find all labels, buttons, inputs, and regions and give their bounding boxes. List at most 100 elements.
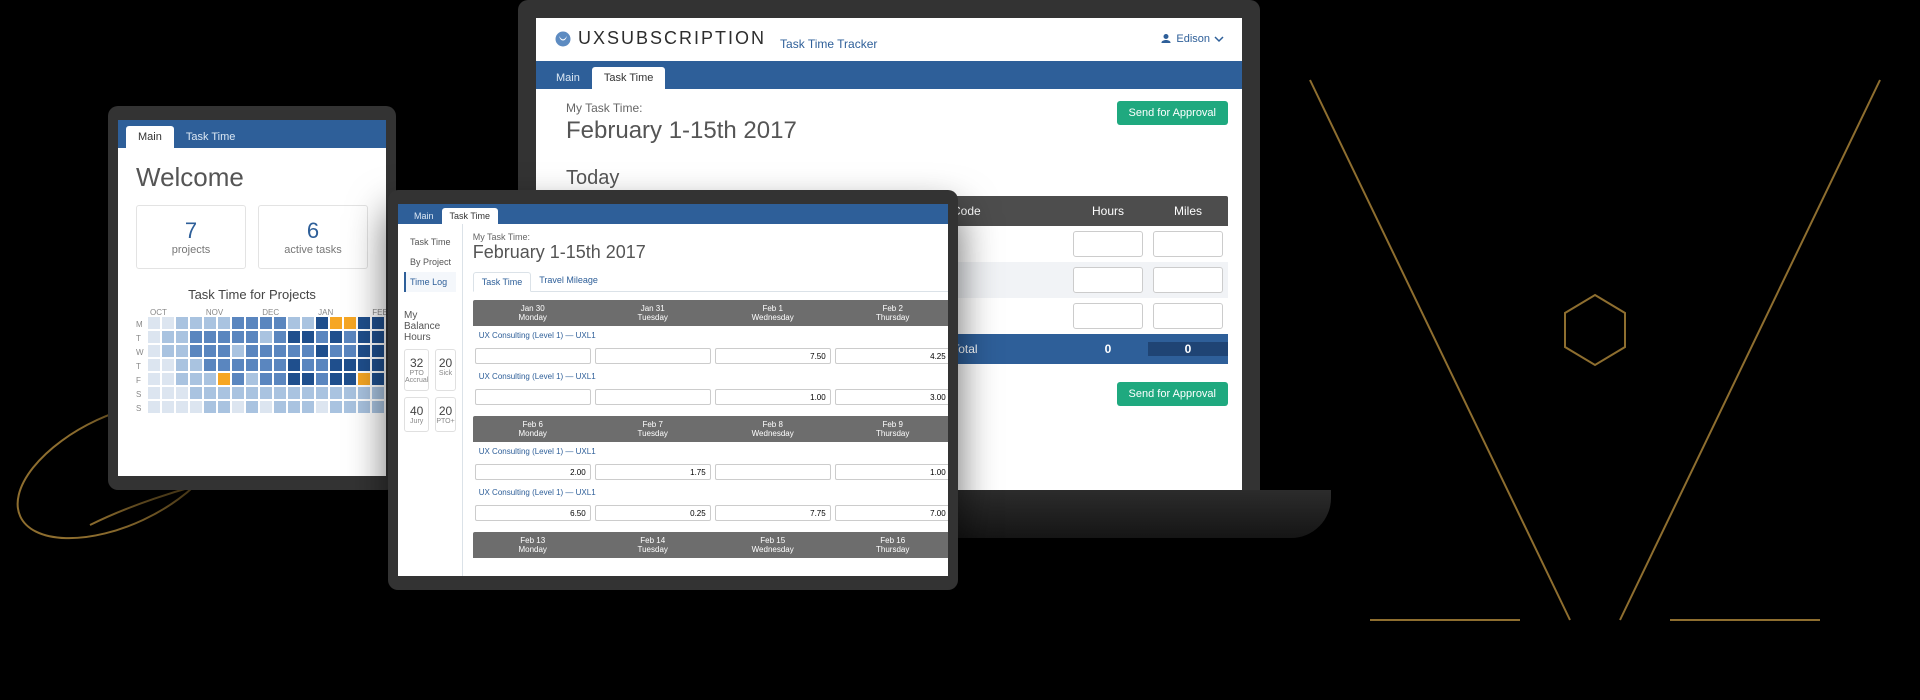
user-menu[interactable]: Edison xyxy=(1160,33,1224,45)
heatmap-cell[interactable] xyxy=(274,317,286,329)
heatmap-cell[interactable] xyxy=(330,373,342,385)
heatmap-cell[interactable] xyxy=(162,331,174,343)
heatmap-cell[interactable] xyxy=(232,331,244,343)
heatmap-cell[interactable] xyxy=(260,345,272,357)
heatmap-cell[interactable] xyxy=(358,345,370,357)
hours-input[interactable] xyxy=(1073,303,1143,329)
heatmap-cell[interactable] xyxy=(204,331,216,343)
tab-main[interactable]: Main xyxy=(406,208,442,224)
heatmap-cell[interactable] xyxy=(330,401,342,413)
heatmap-cell[interactable] xyxy=(372,359,384,371)
heatmap-cell[interactable] xyxy=(218,331,230,343)
sidebar-item[interactable]: Task Time xyxy=(404,232,456,252)
time-cell-input[interactable] xyxy=(475,505,591,521)
heatmap-cell[interactable] xyxy=(358,401,370,413)
heatmap-cell[interactable] xyxy=(302,387,314,399)
heatmap-cell[interactable] xyxy=(204,345,216,357)
hours-input[interactable] xyxy=(1073,231,1143,257)
tab-main[interactable]: Main xyxy=(126,126,174,148)
heatmap-cell[interactable] xyxy=(176,345,188,357)
heatmap-cell[interactable] xyxy=(302,331,314,343)
heatmap-cell[interactable] xyxy=(316,401,328,413)
heatmap-cell[interactable] xyxy=(190,359,202,371)
heatmap-cell[interactable] xyxy=(162,359,174,371)
heatmap-cell[interactable] xyxy=(358,359,370,371)
heatmap-cell[interactable] xyxy=(232,387,244,399)
time-cell-input[interactable] xyxy=(715,505,831,521)
time-cell-input[interactable] xyxy=(475,389,591,405)
time-cell-input[interactable] xyxy=(595,505,711,521)
hours-input[interactable] xyxy=(1073,267,1143,293)
project-name[interactable]: UX Consulting (Level 1) — UXL1 xyxy=(473,326,948,345)
tab-task-time[interactable]: Task Time xyxy=(174,126,248,148)
project-name[interactable]: UX Consulting (Level 1) — UXL1 xyxy=(473,483,948,502)
miles-input[interactable] xyxy=(1153,303,1223,329)
heatmap-cell[interactable] xyxy=(330,317,342,329)
heatmap-cell[interactable] xyxy=(358,387,370,399)
stat-card[interactable]: 6 active tasks xyxy=(258,205,368,269)
time-cell-input[interactable] xyxy=(595,348,711,364)
heatmap-cell[interactable] xyxy=(344,373,356,385)
heatmap-cell[interactable] xyxy=(260,317,272,329)
heatmap-cell[interactable] xyxy=(330,359,342,371)
heatmap-cell[interactable] xyxy=(316,345,328,357)
heatmap-cell[interactable] xyxy=(218,387,230,399)
heatmap-cell[interactable] xyxy=(148,331,160,343)
heatmap-cell[interactable] xyxy=(148,359,160,371)
stat-card[interactable]: 7 projects xyxy=(136,205,246,269)
time-cell-input[interactable] xyxy=(835,348,948,364)
tab-main[interactable]: Main xyxy=(544,67,592,89)
heatmap-cell[interactable] xyxy=(288,317,300,329)
sub-tab[interactable]: Travel Mileage xyxy=(531,271,606,291)
heatmap-cell[interactable] xyxy=(274,359,286,371)
heatmap-cell[interactable] xyxy=(316,359,328,371)
heatmap-cell[interactable] xyxy=(190,345,202,357)
heatmap-cell[interactable] xyxy=(190,373,202,385)
heatmap-cell[interactable] xyxy=(344,359,356,371)
heatmap-cell[interactable] xyxy=(358,331,370,343)
heatmap-cell[interactable] xyxy=(218,401,230,413)
send-approval-button[interactable]: Send for Approval xyxy=(1117,101,1228,125)
heatmap-cell[interactable] xyxy=(260,373,272,385)
heatmap-cell[interactable] xyxy=(204,373,216,385)
heatmap-cell[interactable] xyxy=(288,359,300,371)
heatmap-cell[interactable] xyxy=(246,331,258,343)
miles-input[interactable] xyxy=(1153,231,1223,257)
heatmap-cell[interactable] xyxy=(246,345,258,357)
project-name[interactable]: UX Consulting (Level 1) — UXL1 xyxy=(473,367,948,386)
heatmap-cell[interactable] xyxy=(288,345,300,357)
heatmap-cell[interactable] xyxy=(302,359,314,371)
heatmap-cell[interactable] xyxy=(190,317,202,329)
heatmap-cell[interactable] xyxy=(358,317,370,329)
heatmap-cell[interactable] xyxy=(274,387,286,399)
heatmap-cell[interactable] xyxy=(316,373,328,385)
heatmap-cell[interactable] xyxy=(372,373,384,385)
heatmap-cell[interactable] xyxy=(246,401,258,413)
heatmap-cell[interactable] xyxy=(316,331,328,343)
time-cell-input[interactable] xyxy=(835,464,948,480)
heatmap-cell[interactable] xyxy=(176,331,188,343)
heatmap-cell[interactable] xyxy=(344,331,356,343)
heatmap-cell[interactable] xyxy=(330,387,342,399)
project-name[interactable]: UX Consulting (Level 1) — UXL1 xyxy=(473,442,948,461)
heatmap-cell[interactable] xyxy=(288,387,300,399)
time-cell-input[interactable] xyxy=(835,389,948,405)
heatmap-cell[interactable] xyxy=(218,345,230,357)
heatmap-cell[interactable] xyxy=(316,317,328,329)
heatmap-cell[interactable] xyxy=(372,401,384,413)
sidebar-item[interactable]: Time Log xyxy=(404,272,456,292)
heatmap-cell[interactable] xyxy=(260,359,272,371)
heatmap-cell[interactable] xyxy=(232,359,244,371)
heatmap-cell[interactable] xyxy=(176,401,188,413)
heatmap-cell[interactable] xyxy=(288,373,300,385)
heatmap-cell[interactable] xyxy=(176,373,188,385)
heatmap-cell[interactable] xyxy=(274,331,286,343)
heatmap-cell[interactable] xyxy=(162,317,174,329)
heatmap-cell[interactable] xyxy=(162,401,174,413)
heatmap-cell[interactable] xyxy=(218,317,230,329)
heatmap-cell[interactable] xyxy=(162,345,174,357)
time-cell-input[interactable] xyxy=(715,348,831,364)
heatmap-cell[interactable] xyxy=(316,387,328,399)
heatmap-cell[interactable] xyxy=(288,331,300,343)
time-cell-input[interactable] xyxy=(595,389,711,405)
